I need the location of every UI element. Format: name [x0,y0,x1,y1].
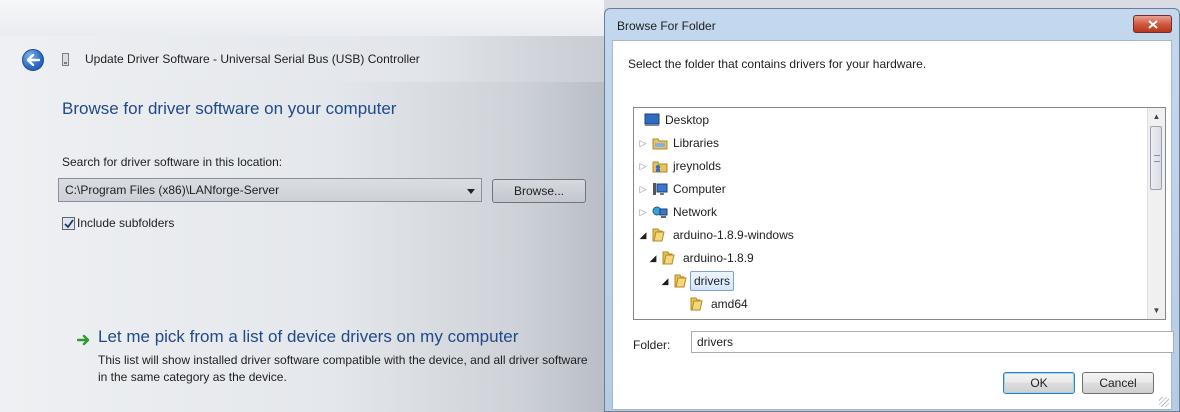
folder-icon [674,274,687,288]
driver-path-combobox[interactable]: C:\Program Files (x86)\LANforge-Server [58,178,482,202]
folder-label: Folder: [633,338,671,352]
tree-item-label: arduino-1.8.9-windows [673,228,794,242]
tree-item-label: Libraries [673,136,720,150]
folder-icon [662,251,675,265]
scroll-up-icon[interactable]: ▲ [1148,108,1165,125]
driver-path-value: C:\Program Files (x86)\LANforge-Server [65,183,280,197]
usb-device-icon [62,53,69,66]
expand-arrow-icon[interactable]: ▷ [638,202,648,222]
tree-item-network[interactable]: ▷ Network [634,202,1134,222]
close-button[interactable] [1133,15,1172,33]
tree-item-arduino-windows[interactable]: ◢ arduino-1.8.9-windows [634,225,1134,245]
tree-item-label: Desktop [665,113,710,127]
network-icon [652,206,668,218]
back-arrow-icon[interactable] [22,49,44,71]
expand-arrow-icon[interactable]: ▷ [638,133,648,153]
folder-tree[interactable]: Desktop ▷ Libraries ▷ jreynolds ▷ Comput… [633,107,1166,320]
tree-item-label: jreynolds [673,159,722,173]
scroll-down-icon[interactable]: ▼ [1148,302,1165,319]
tree-item-drivers[interactable]: ◢ drivers [634,271,1134,291]
tree-item-label: Computer [673,182,726,196]
tree-item-amd64[interactable]: amd64 [634,294,1134,314]
tree-item-computer[interactable]: ▷ Computer [634,179,1134,199]
page-heading: Browse for driver software on your compu… [62,99,397,118]
include-subfolders-checkbox[interactable] [62,217,75,230]
tree-item-label: Network [673,205,718,219]
resize-grip[interactable] [1159,397,1169,407]
browse-for-folder-dialog: Browse For Folder Select the folder that… [604,8,1180,412]
tree-item-jreynolds[interactable]: ▷ jreynolds [634,156,1134,176]
user-folder-icon [652,161,668,173]
folder-icon [652,228,665,242]
wizard-top-frame [0,0,604,36]
tree-scrollbar[interactable]: ▲ ▼ [1147,108,1165,319]
tree-item-desktop[interactable]: Desktop [634,110,1134,130]
ok-button[interactable]: OK [1003,372,1075,394]
pick-from-list-description: This list will show installed driver sof… [98,353,588,384]
expand-arrow-icon[interactable]: ▷ [638,156,648,176]
search-location-label: Search for driver software in this locat… [62,155,283,169]
chevron-down-icon[interactable] [467,189,475,194]
tree-item-label: arduino-1.8.9 [683,251,754,265]
scrollbar-thumb[interactable] [1150,126,1162,190]
tree-item-label: amd64 [711,297,748,311]
include-subfolders-label[interactable]: Include subfolders [77,216,174,230]
folder-icon [690,297,703,311]
tree-item-label-selected: drivers [690,271,735,291]
dialog-client-area: Select the folder that contains drivers … [612,40,1174,410]
expand-arrow-icon[interactable]: ▷ [638,179,648,199]
browse-button[interactable]: Browse... [492,179,586,203]
collapse-arrow-icon[interactable]: ◢ [648,248,658,268]
computer-icon [653,183,668,195]
tree-item-libraries[interactable]: ▷ Libraries [634,133,1134,153]
desktop-icon [644,113,660,126]
dialog-instruction: Select the folder that contains drivers … [628,57,927,71]
tree-item-arduino[interactable]: ◢ arduino-1.8.9 [634,248,1134,268]
close-icon [1148,20,1158,29]
libraries-icon [652,138,668,150]
wizard-title: Update Driver Software - Universal Seria… [85,52,420,66]
cancel-button[interactable]: Cancel [1082,372,1154,394]
collapse-arrow-icon[interactable]: ◢ [638,225,648,245]
dialog-title: Browse For Folder [617,19,716,33]
green-arrow-icon[interactable] [77,334,91,346]
collapse-arrow-icon[interactable]: ◢ [660,271,670,291]
pick-from-list-link[interactable]: Let me pick from a list of device driver… [98,327,518,347]
folder-name-input[interactable] [691,331,1174,353]
update-driver-wizard: Update Driver Software - Universal Seria… [0,0,604,412]
